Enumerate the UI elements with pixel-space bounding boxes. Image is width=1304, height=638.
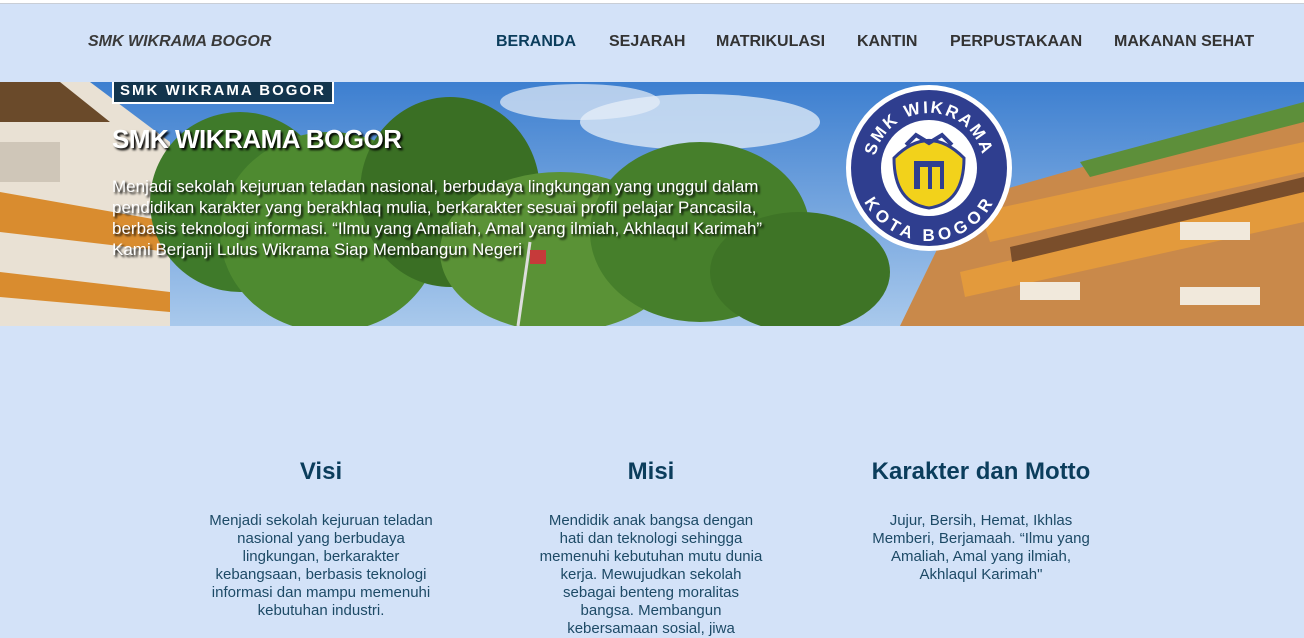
visi-text: Menjadi sekolah kejuruan teladan nasiona… xyxy=(209,512,433,619)
karakter-motto-section: Karakter dan Motto Jujur, Bersih, Hemat,… xyxy=(861,458,1101,584)
hero-banner: SMK WIKRAMA BOGOR SMK WIKRAMA BOGOR Menj… xyxy=(0,82,1304,326)
hero-tag: SMK WIKRAMA BOGOR xyxy=(112,82,334,104)
visi-title: Visi xyxy=(299,458,343,485)
karakter-motto-title: Karakter dan Motto xyxy=(871,458,1091,485)
nav-item-sejarah[interactable]: SEJARAH xyxy=(609,33,685,51)
hero-description: Menjadi sekolah kejuruan teladan nasiona… xyxy=(112,177,763,259)
nav-item-matrikulasi[interactable]: MATRIKULASI xyxy=(716,33,825,51)
school-logo: SMK WIKRAMA KOTA BOGOR xyxy=(846,85,1012,251)
navbar: SMK WIKRAMA BOGOR BERANDA SEJARAH MATRIK… xyxy=(0,4,1304,82)
nav-item-kantin[interactable]: KANTIN xyxy=(857,33,917,51)
visi-section: Visi Menjadi sekolah kejuruan teladan na… xyxy=(201,458,441,620)
misi-text: Mendidik anak bangsa dengan hati dan tek… xyxy=(539,512,763,637)
misi-title: Misi xyxy=(627,458,675,485)
karakter-motto-text: Jujur, Bersih, Hemat, Ikhlas Memberi, Be… xyxy=(872,512,1090,583)
hero-title: SMK WIKRAMA BOGOR xyxy=(112,124,402,154)
nav-item-makanan-sehat[interactable]: MAKANAN SEHAT xyxy=(1114,33,1254,51)
navbar-brand[interactable]: SMK WIKRAMA BOGOR xyxy=(88,33,271,51)
nav-item-beranda[interactable]: BERANDA xyxy=(496,33,576,51)
nav-item-perpustakaan[interactable]: PERPUSTAKAAN xyxy=(950,33,1082,51)
misi-section: Misi Mendidik anak bangsa dengan hati da… xyxy=(536,458,766,638)
